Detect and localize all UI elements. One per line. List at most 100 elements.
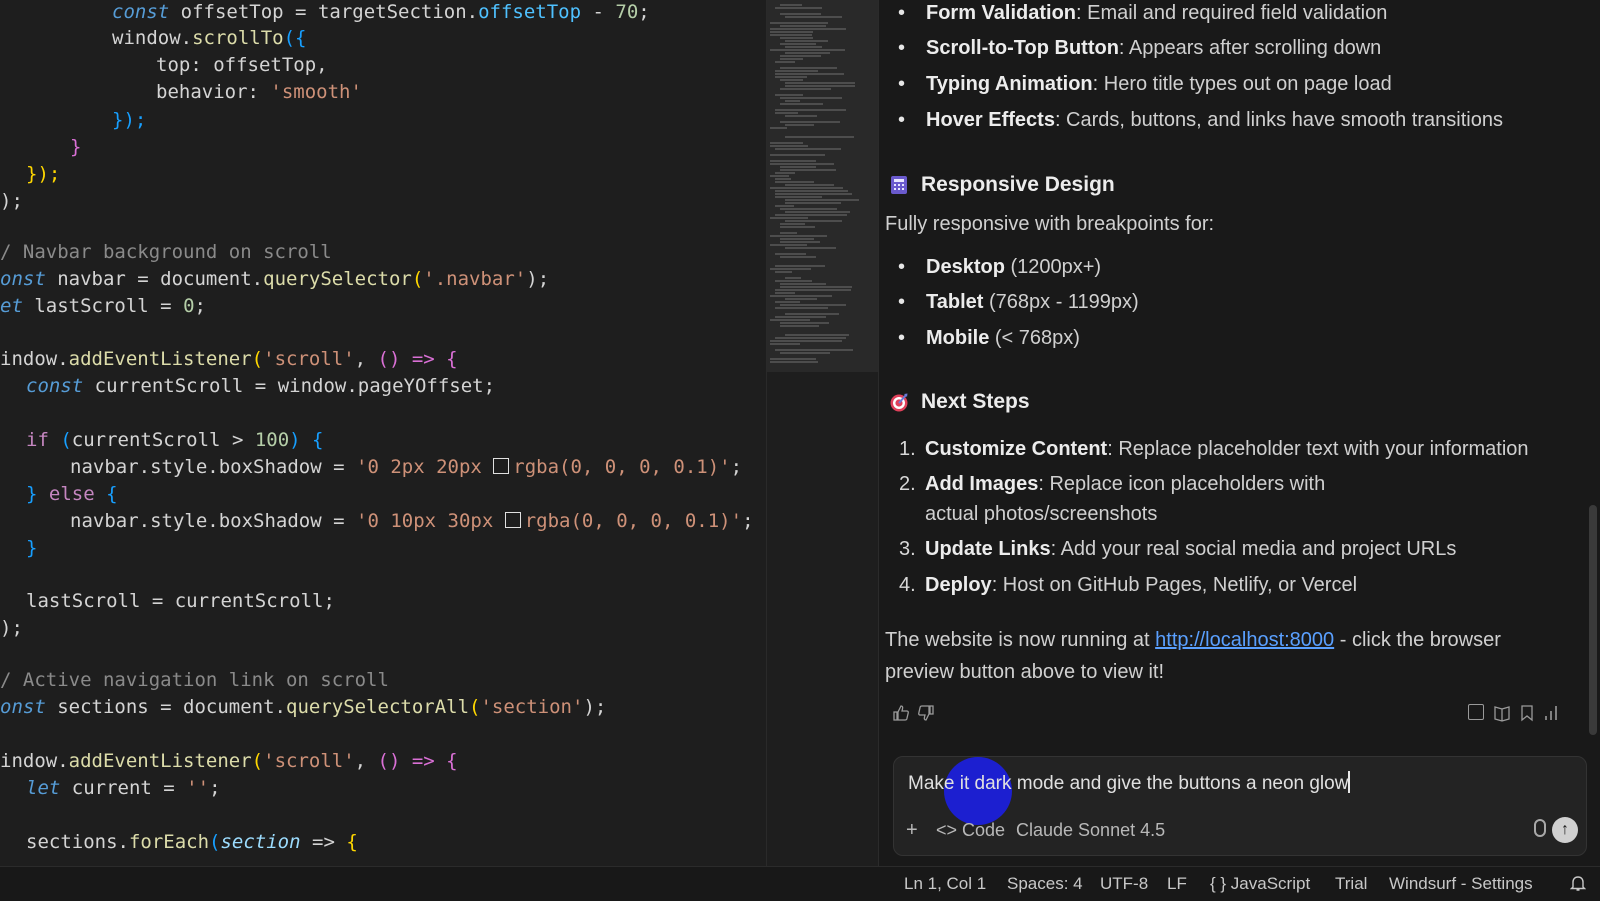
code-line: ); — [0, 190, 23, 212]
section-heading-responsive: Responsive Design — [889, 173, 1115, 197]
bell-icon[interactable] — [1570, 874, 1586, 892]
minimap-line — [775, 307, 828, 309]
minimap-line — [785, 220, 842, 222]
minimap-line — [770, 142, 803, 144]
minimap-line — [785, 202, 841, 204]
list-item: Scroll-to-Top Button: Appears after scro… — [898, 34, 1381, 62]
color-swatch[interactable] — [504, 512, 521, 528]
minimap-line — [780, 37, 813, 39]
minimap-line — [780, 79, 803, 81]
code-line: } else { — [26, 483, 118, 505]
minimap-line — [785, 298, 817, 300]
code-line: sections.forEach(section => { — [26, 831, 358, 853]
status-bar: Ln 1, Col 1 Spaces: 4 UTF-8 LF { } JavaS… — [0, 866, 1600, 901]
minimap-line — [775, 316, 826, 318]
minimap-line — [785, 52, 830, 54]
minimap-line — [785, 115, 817, 117]
minimap-line — [775, 109, 846, 111]
code-editor[interactable]: const offsetTop = targetSection.offsetTo… — [0, 0, 766, 866]
text-caret — [1348, 771, 1350, 793]
responsive-intro: Fully responsive with breakpoints for: — [885, 213, 1215, 235]
trial-badge[interactable]: Trial — [1335, 867, 1367, 901]
code-line: }); — [112, 109, 147, 131]
send-button[interactable]: ↑ — [1552, 817, 1578, 843]
code-line: window.scrollTo({ — [112, 27, 307, 49]
minimap-line — [780, 58, 803, 60]
line-endings[interactable]: LF — [1167, 867, 1187, 901]
minimap-line — [775, 7, 822, 9]
minimap-line — [770, 244, 807, 246]
book-icon[interactable] — [1493, 704, 1511, 722]
minimap-line — [770, 28, 846, 30]
microphone-icon[interactable] — [1534, 819, 1546, 837]
minimap-line — [775, 337, 846, 339]
localhost-link[interactable]: http://localhost:8000 — [1155, 629, 1334, 651]
section-heading-next-steps: Next Steps — [889, 390, 1030, 414]
running-message: The website is now running at http://loc… — [885, 629, 1501, 683]
cursor-position[interactable]: Ln 1, Col 1 — [904, 867, 986, 901]
add-button[interactable]: + — [906, 817, 918, 843]
calculator-icon — [891, 176, 907, 194]
thumbs-down-icon[interactable] — [917, 704, 935, 722]
minimap-line — [775, 112, 798, 114]
minimap-line — [775, 214, 847, 216]
list-item: Tablet (768px - 1199px) — [898, 288, 1139, 316]
indentation[interactable]: Spaces: 4 — [1007, 867, 1083, 901]
code-line: top: offsetTop, — [156, 54, 328, 76]
minimap-line — [780, 97, 842, 99]
minimap-line — [770, 145, 808, 147]
minimap-line — [775, 181, 814, 183]
code-line: onst navbar = document.querySelector('.n… — [0, 268, 550, 290]
minimap-line — [785, 124, 814, 126]
minimap-line — [770, 34, 812, 36]
color-swatch[interactable] — [493, 458, 510, 474]
minimap-line — [770, 295, 832, 297]
minimap-line — [780, 166, 816, 168]
bookmark-icon[interactable] — [1519, 704, 1535, 722]
minimap-line — [775, 292, 795, 294]
minimap-line — [780, 13, 821, 15]
minimap-line — [770, 319, 810, 321]
thumbs-up-icon[interactable] — [892, 704, 910, 722]
minimap-line — [775, 76, 807, 78]
minimap-line — [775, 70, 818, 72]
encoding[interactable]: UTF-8 — [1100, 867, 1148, 901]
language-mode[interactable]: { } JavaScript — [1210, 867, 1310, 901]
model-selector[interactable]: Claude Sonnet 4.5 — [1016, 817, 1165, 843]
windsurf-settings[interactable]: Windsurf - Settings — [1389, 867, 1533, 901]
minimap-line — [780, 43, 816, 45]
copy-icon[interactable] — [1468, 704, 1484, 720]
minimap[interactable] — [766, 0, 879, 866]
code-mode-button[interactable]: <> Code — [936, 817, 1005, 843]
minimap-line — [770, 49, 845, 51]
minimap-line — [770, 187, 843, 189]
minimap-line — [770, 217, 808, 219]
minimap-line — [780, 256, 816, 258]
chat-scrollbar[interactable] — [1589, 505, 1597, 735]
minimap-line — [775, 196, 822, 198]
minimap-line — [785, 199, 859, 201]
minimap-line — [780, 4, 802, 6]
code-comment: / Navbar background on scroll — [0, 241, 332, 263]
code-line: behavior: 'smooth' — [156, 81, 362, 103]
minimap-line — [785, 46, 822, 48]
stats-icon[interactable] — [1543, 704, 1559, 722]
minimap-line — [780, 169, 836, 171]
minimap-line — [770, 361, 818, 363]
minimap-line — [770, 127, 787, 129]
minimap-line — [775, 190, 848, 192]
minimap-line — [775, 301, 800, 303]
code-content[interactable]: const offsetTop = targetSection.offsetTo… — [0, 0, 754, 853]
minimap-line — [775, 205, 794, 207]
chat-input[interactable]: Make it dark mode and give the buttons a… — [908, 771, 1350, 795]
code-line: lastScroll = currentScroll; — [26, 590, 335, 612]
minimap-line — [785, 100, 800, 102]
code-line: ); — [0, 617, 23, 639]
minimap-line — [770, 163, 834, 165]
minimap-line — [780, 208, 837, 210]
chat-input-box[interactable]: Make it dark mode and give the buttons a… — [893, 756, 1587, 856]
list-item: Typing Animation: Hero title types out o… — [898, 70, 1392, 98]
list-item: 4. Deploy: Host on GitHub Pages, Netlify,… — [899, 574, 1358, 596]
code-line: }); — [26, 163, 61, 185]
code-line: if (currentScroll > 100) { — [26, 429, 324, 451]
